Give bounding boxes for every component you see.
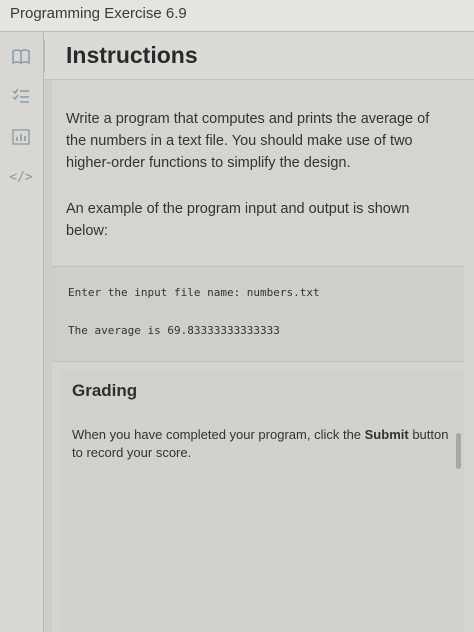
grading-text-before: When you have completed your program, cl…	[72, 427, 365, 442]
example-code-block	[52, 266, 464, 362]
code-input-line: Enter the input file name: numbers.txt	[68, 286, 320, 299]
book-icon[interactable]	[10, 46, 32, 68]
scrollbar-thumb[interactable]	[456, 433, 461, 469]
sidebar: </>	[0, 32, 44, 632]
grading-title: Grading	[72, 381, 138, 400]
page-title: Instructions	[66, 42, 198, 68]
grading-section	[60, 370, 464, 632]
example-intro: An example of the program input and outp…	[66, 201, 410, 239]
book-icon-graphic	[12, 49, 30, 65]
window-title: Programming Exercise 6.9	[0, 0, 474, 32]
code-output-line: The average is 69.83333333333333	[68, 324, 280, 337]
instructions-paragraph: Write a program that computes and prints…	[66, 111, 430, 171]
grading-text: When you have completed your program, cl…	[72, 426, 452, 462]
checklist-icon[interactable]	[10, 85, 32, 107]
submit-word: Submit	[364, 427, 409, 442]
chart-icon-graphic	[12, 129, 30, 145]
code-icon[interactable]: </>	[9, 166, 32, 188]
checklist-icon-graphic	[12, 88, 29, 103]
header-divider	[44, 40, 45, 72]
chart-icon[interactable]	[10, 126, 32, 148]
